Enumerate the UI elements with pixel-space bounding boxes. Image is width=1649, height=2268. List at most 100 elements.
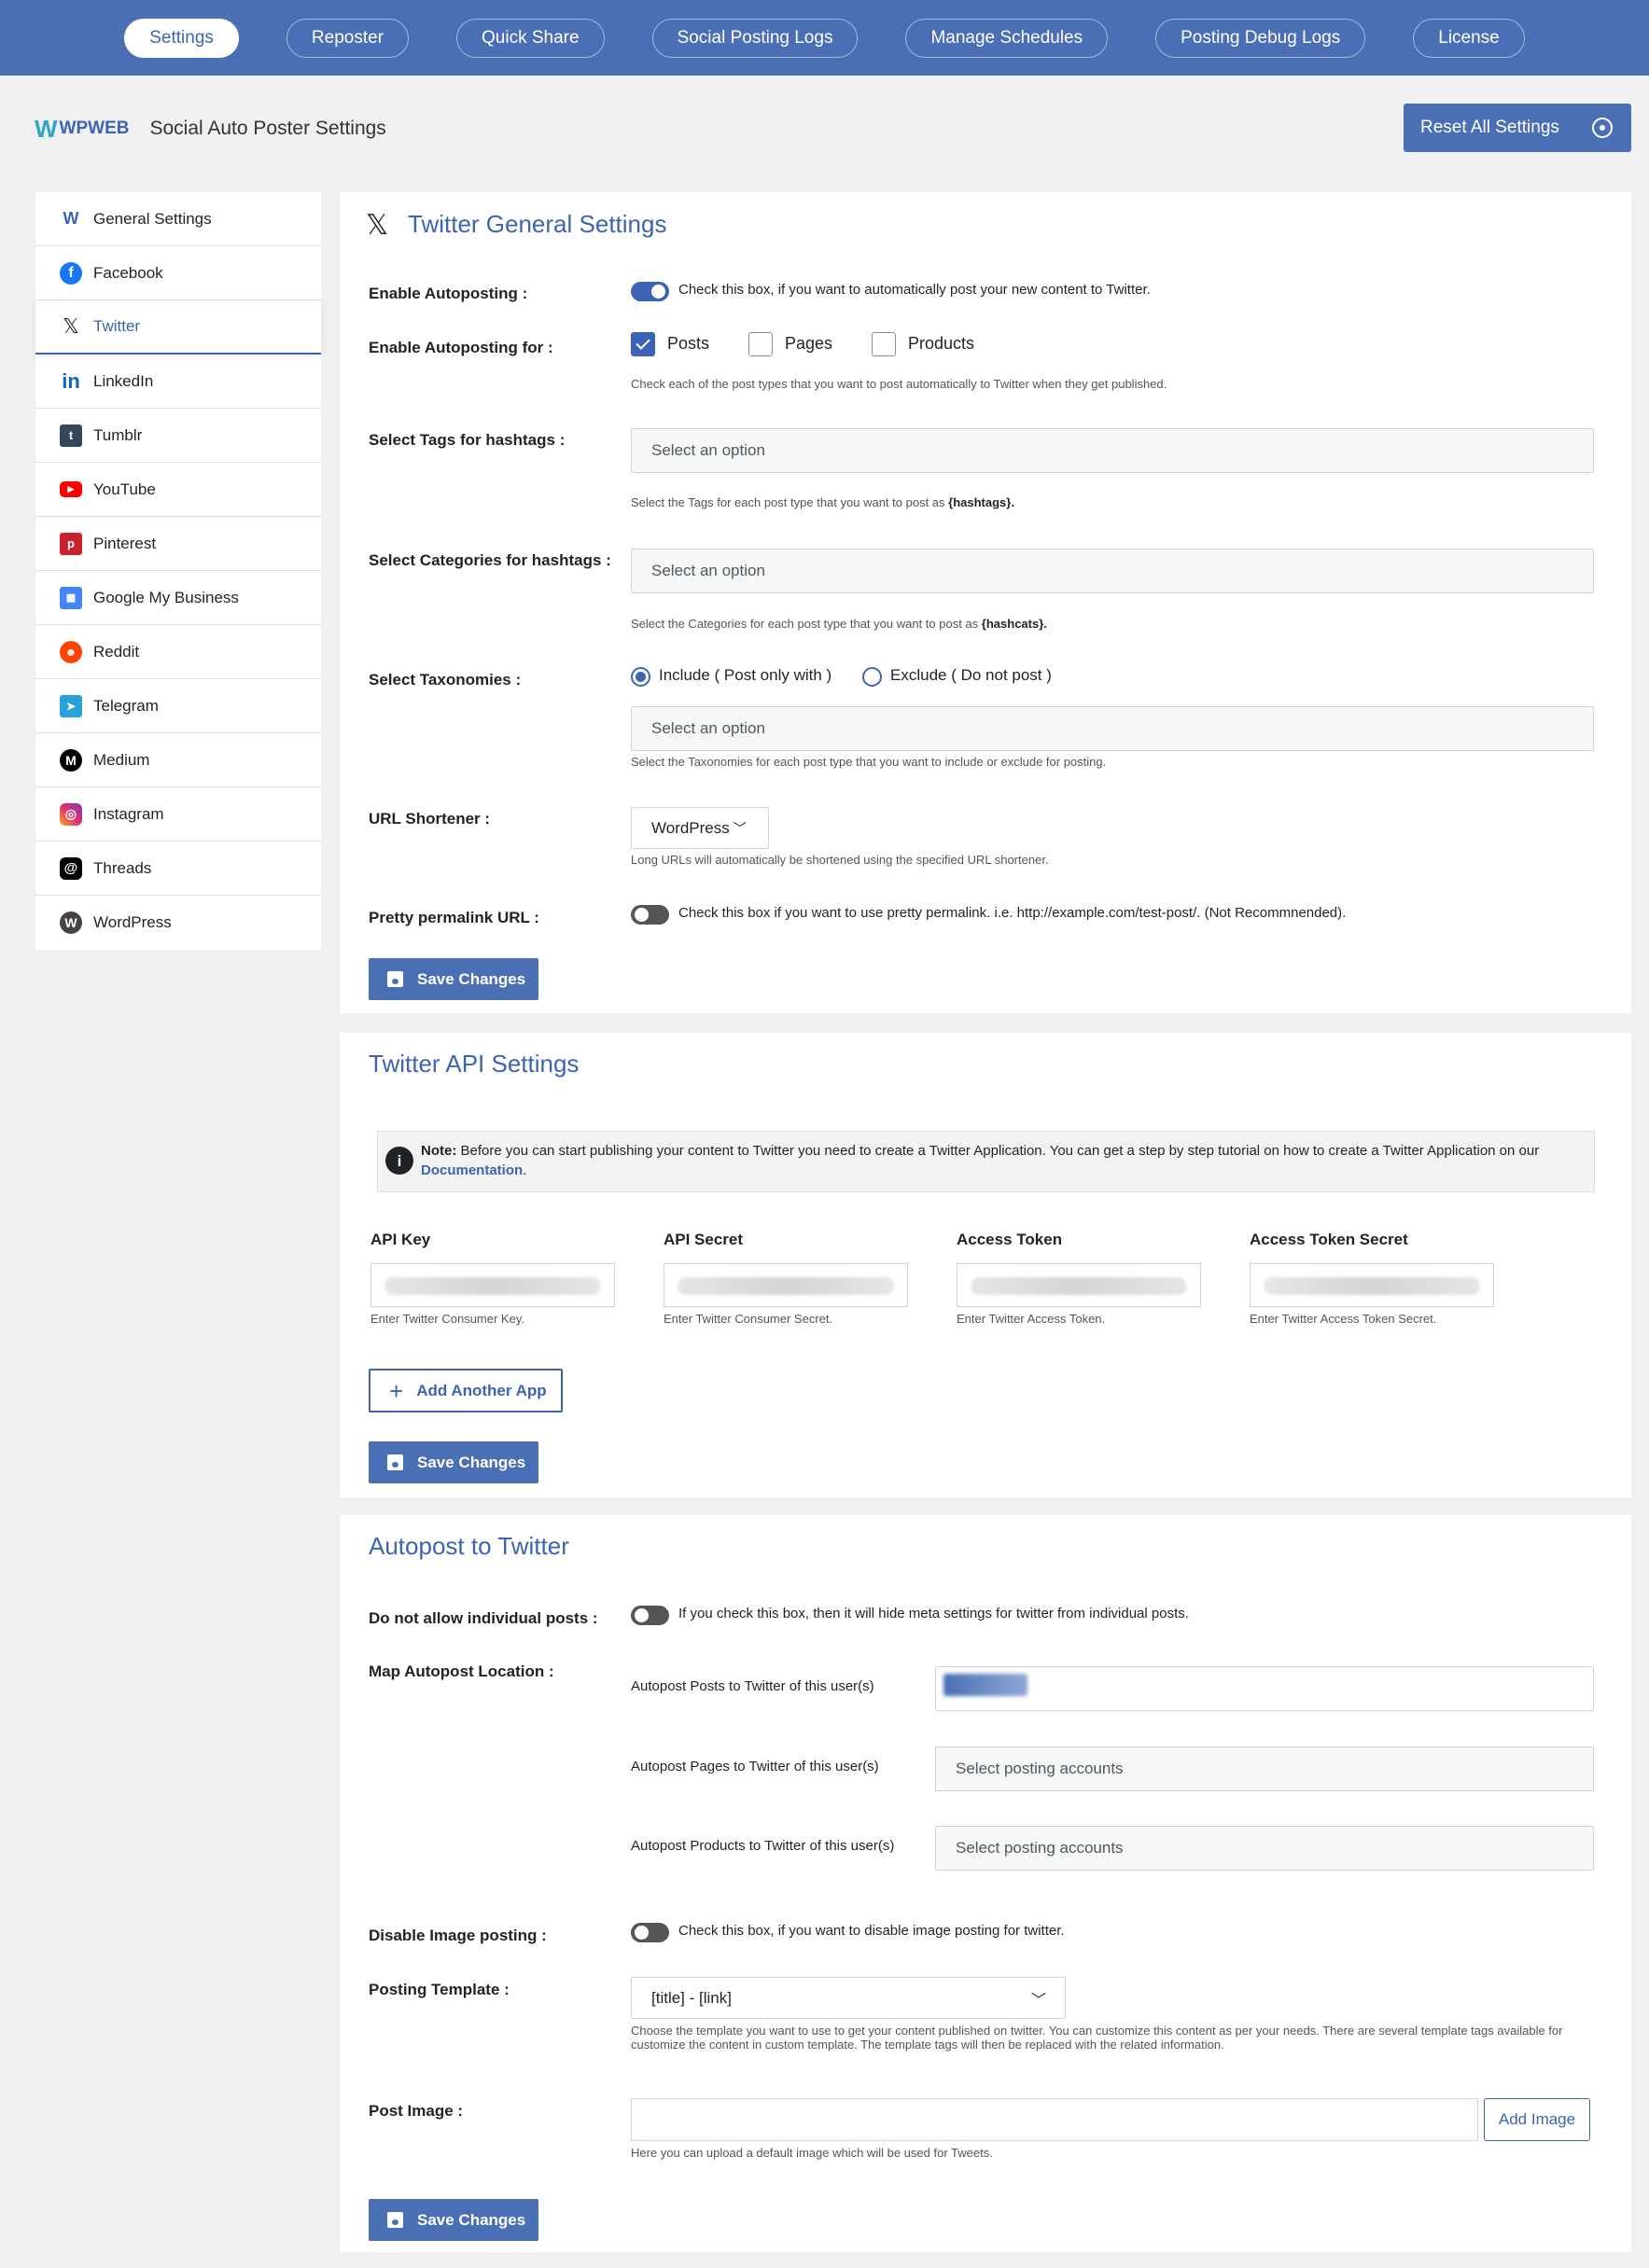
documentation-link[interactable]: Documentation [421,1162,523,1178]
enable-autoposting-label: Enable Autoposting : [369,285,528,302]
api-key-input[interactable] [370,1263,615,1307]
info-icon: i [385,1147,413,1175]
disable-image-desc: Check this box, if you want to disable i… [678,1923,1065,1939]
api-key-hint: Enter Twitter Consumer Key. [370,1312,524,1326]
disable-image-label: Disable Image posting : [369,1927,547,1944]
map-pages-select[interactable]: Select posting accounts [935,1746,1594,1791]
sidebar: W General Settings f Facebook 𝕏 Twitter … [35,192,321,950]
add-another-app-button[interactable]: + Add Another App [369,1369,563,1412]
access-token-input[interactable] [957,1263,1201,1307]
save-icon [387,1454,403,1470]
api-secret-input[interactable] [664,1263,908,1307]
pretty-permalink-label: Pretty permalink URL : [369,909,539,926]
youtube-icon: ▶ [60,481,82,497]
sidebar-item-wordpress[interactable]: W WordPress [35,896,321,950]
no-individual-posts-toggle[interactable] [631,1606,669,1625]
save-changes-button[interactable]: Save Changes [369,1441,538,1483]
wpweb-logo: W WPWEB [35,114,130,143]
include-taxonomy-radio[interactable] [631,667,650,687]
instagram-icon: ◎ [60,802,82,826]
medium-icon: M [60,748,82,772]
plus-icon: + [389,1376,404,1405]
tab-posting-debug-logs[interactable]: Posting Debug Logs [1155,18,1366,58]
chevron-down-icon: ﹀ [733,820,747,836]
pages-checkbox[interactable] [748,332,773,356]
pages-checkbox-label: Pages [785,334,833,353]
taxonomies-select[interactable]: Select an option [631,706,1594,751]
posting-template-desc: Choose the template you want to use to g… [631,2024,1563,2052]
threads-icon: @ [60,856,82,880]
x-icon: 𝕏 [63,314,79,338]
google-my-business-icon: ▦ [60,586,82,609]
top-navigation: Settings Reposter Quick Share Social Pos… [0,0,1649,76]
categories-hashtags-label: Select Categories for hashtags : [369,551,611,569]
no-individual-posts-desc: If you check this box, then it will hide… [678,1606,1189,1621]
save-changes-button[interactable]: Save Changes [369,958,538,1000]
tab-reposter[interactable]: Reposter [286,18,410,58]
reset-all-settings-button[interactable]: Reset All Settings [1404,104,1631,152]
post-image-label: Post Image : [369,2102,464,2120]
post-types-desc: Check each of the post types that you wa… [631,377,1167,391]
map-products-select[interactable]: Select posting accounts [935,1826,1594,1871]
wordpress-icon: W [60,911,82,934]
tab-license[interactable]: License [1413,18,1525,58]
enable-autoposting-for-label: Enable Autoposting for : [369,339,553,356]
posts-checkbox-label: Posts [667,334,710,353]
access-token-secret-label: Access Token Secret [1250,1231,1408,1248]
url-shortener-select[interactable]: WordPress ﹀ [631,807,769,849]
pretty-permalink-toggle[interactable] [631,905,669,925]
autopost-title: Autopost to Twitter [369,1532,569,1560]
sidebar-item-general-settings[interactable]: W General Settings [35,192,321,246]
sidebar-item-tumblr[interactable]: t Tumblr [35,409,321,463]
sidebar-item-instagram[interactable]: ◎ Instagram [35,787,321,842]
products-checkbox[interactable] [872,332,896,356]
url-shortener-desc: Long URLs will automatically be shortene… [631,853,1049,867]
sidebar-item-reddit[interactable]: ☻ Reddit [35,625,321,679]
tab-social-posting-logs[interactable]: Social Posting Logs [651,18,859,58]
brand-header: W WPWEB Social Auto Poster Settings [35,112,386,146]
tab-settings[interactable]: Settings [124,18,239,58]
disable-image-toggle[interactable] [631,1923,669,1942]
post-image-desc: Here you can upload a default image whic… [631,2146,993,2160]
sidebar-item-youtube[interactable]: ▶ YouTube [35,463,321,517]
tab-quick-share[interactable]: Quick Share [456,18,605,58]
api-key-label: API Key [370,1231,431,1248]
products-checkbox-label: Products [908,334,975,353]
access-token-secret-input[interactable] [1250,1263,1494,1307]
save-changes-button[interactable]: Save Changes [369,2199,538,2241]
include-taxonomy-label: Include ( Post only with ) [659,666,832,684]
posting-template-select[interactable]: [title] - [link] ﹀ [631,1977,1066,2019]
api-settings-title: Twitter API Settings [369,1050,580,1078]
map-products-label: Autopost Products to Twitter of this use… [631,1838,895,1854]
twitter-api-settings-panel: Twitter API Settings i Note: Before you … [340,1033,1631,1497]
sidebar-item-twitter[interactable]: 𝕏 Twitter [35,300,321,355]
sidebar-item-linkedin[interactable]: in LinkedIn [35,355,321,409]
telegram-icon: ➤ [60,694,82,717]
sidebar-item-threads[interactable]: @ Threads [35,842,321,896]
post-image-input[interactable] [631,2098,1478,2141]
tab-manage-schedules[interactable]: Manage Schedules [905,18,1109,58]
linkedin-icon: in [62,369,80,393]
map-posts-select[interactable] [935,1666,1594,1711]
sidebar-item-medium[interactable]: M Medium [35,733,321,787]
sidebar-item-pinterest[interactable]: p Pinterest [35,517,321,571]
sidebar-item-google-my-business[interactable]: ▦ Google My Business [35,571,321,625]
exclude-taxonomy-label: Exclude ( Do not post ) [890,666,1052,684]
general-settings-title: Twitter General Settings [408,210,667,238]
map-pages-label: Autopost Pages to Twitter of this user(s… [631,1759,879,1774]
exclude-taxonomy-radio[interactable] [862,667,882,687]
sidebar-item-facebook[interactable]: f Facebook [35,246,321,300]
x-icon: 𝕏 [366,210,389,241]
tags-hashtags-select[interactable]: Select an option [631,428,1594,473]
posts-checkbox[interactable] [631,332,655,356]
enable-autoposting-toggle[interactable] [631,282,669,301]
categories-hashtags-select[interactable]: Select an option [631,549,1594,593]
api-secret-label: API Secret [664,1231,744,1248]
add-image-button[interactable]: Add Image [1484,2098,1590,2141]
twitter-general-settings-panel: 𝕏 Twitter General Settings Enable Autopo… [340,192,1631,1013]
reddit-icon: ☻ [60,640,82,663]
reset-icon [1592,118,1613,138]
taxonomies-label: Select Taxonomies : [369,671,522,689]
url-shortener-label: URL Shortener : [369,810,491,828]
sidebar-item-telegram[interactable]: ➤ Telegram [35,679,321,733]
